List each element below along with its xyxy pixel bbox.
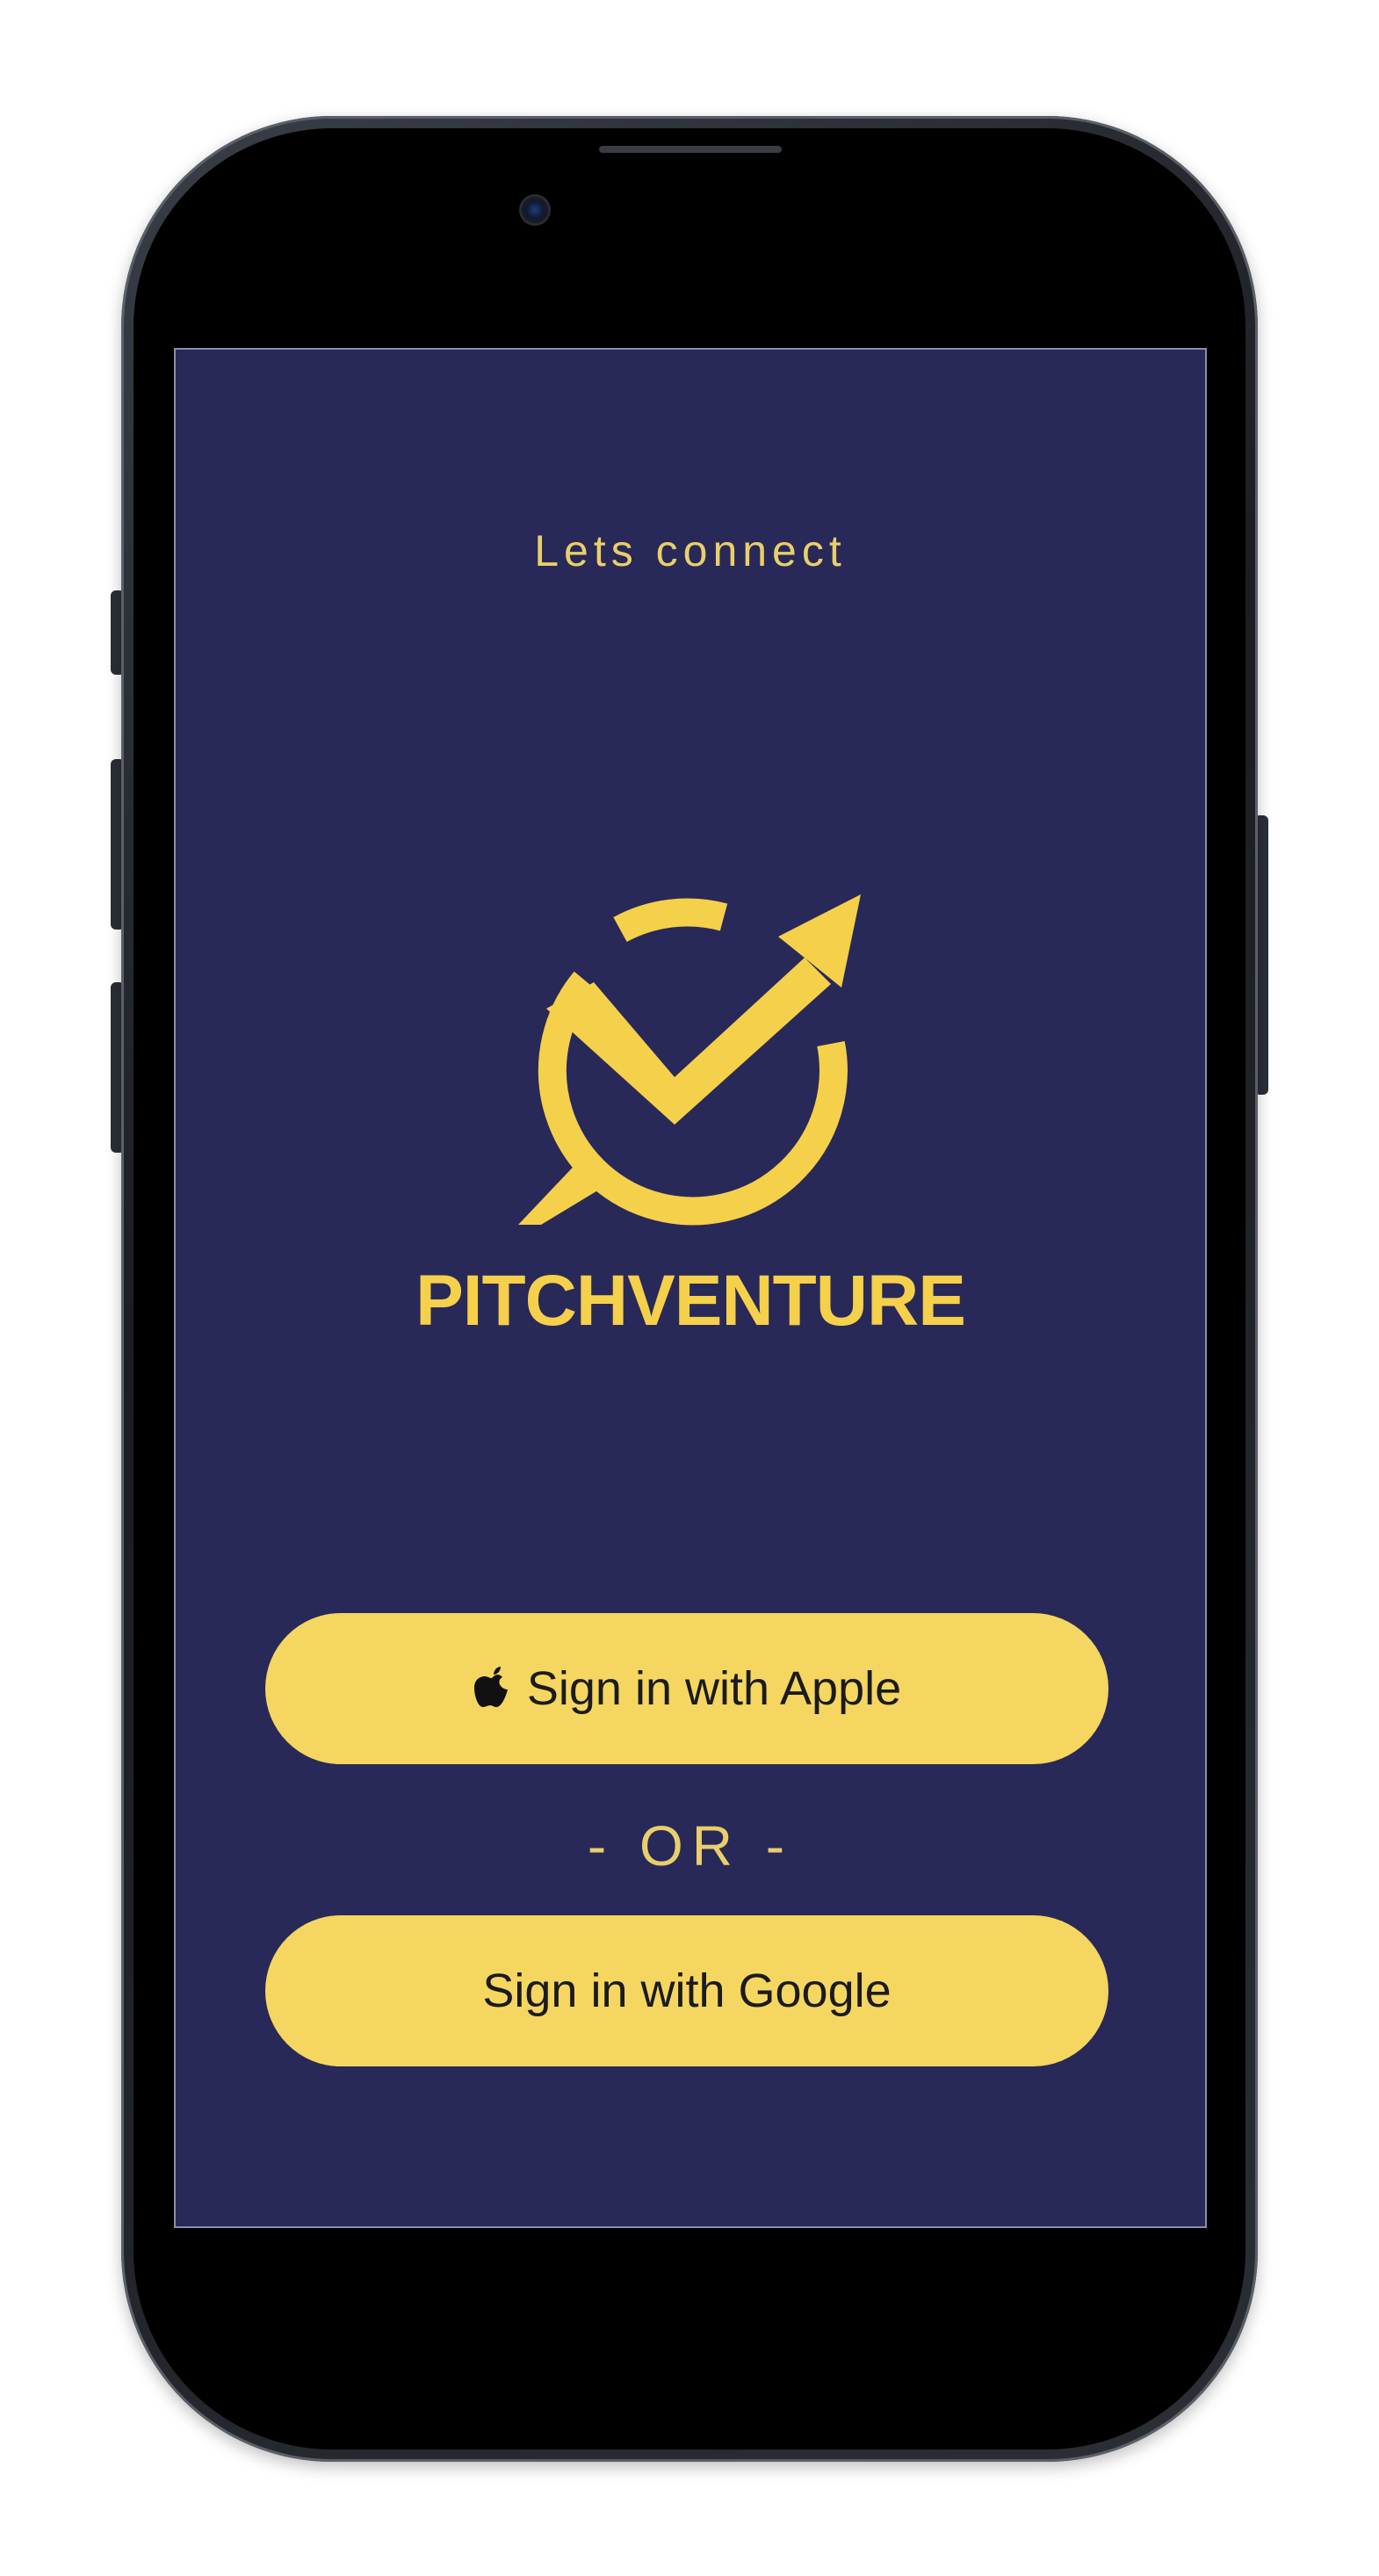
page-title: Lets connect	[534, 526, 847, 575]
pitchventure-logo-icon	[518, 894, 861, 1226]
apple-button-label: Sign in with Apple	[526, 1662, 902, 1715]
earpiece-speaker	[599, 146, 782, 153]
device-mockup: Lets connect PITCHVENTURE Sign in with A…	[0, 0, 1379, 2576]
sign-in-with-google-button[interactable]: Sign in with Google	[265, 1915, 1108, 2066]
sign-in-with-apple-button[interactable]: Sign in with Apple	[265, 1613, 1108, 1764]
front-camera	[522, 197, 548, 223]
apple-icon	[473, 1667, 508, 1707]
or-separator: - OR -	[587, 1814, 794, 1878]
google-button-label: Sign in with Google	[482, 1965, 892, 2017]
login-screen: Lets connect PITCHVENTURE Sign in with A…	[176, 350, 1205, 2226]
brand-name: PITCHVENTURE	[415, 1261, 966, 1341]
